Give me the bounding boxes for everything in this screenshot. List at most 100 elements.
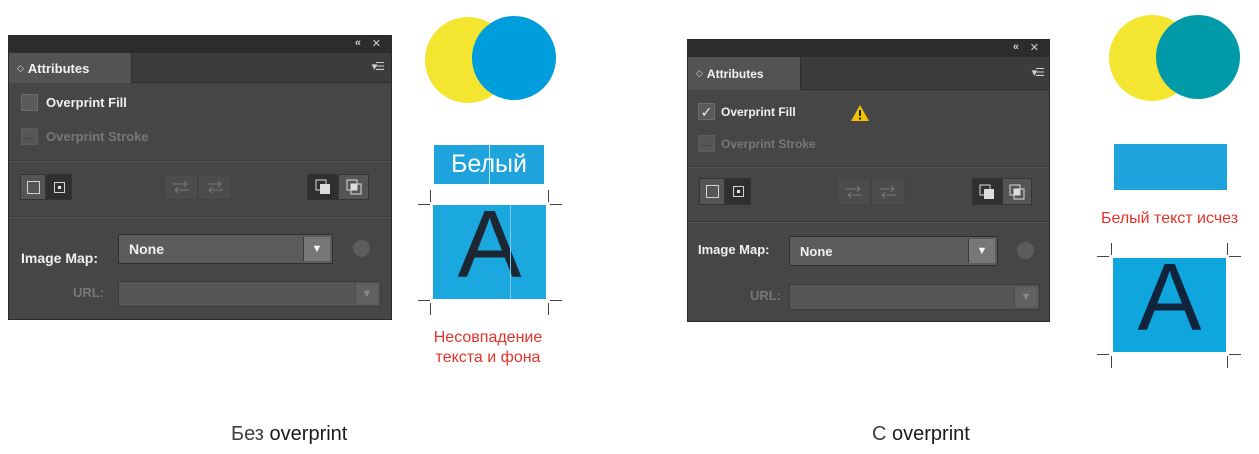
blue-circle bbox=[472, 16, 556, 100]
square-icon bbox=[705, 185, 719, 198]
updown-arrows-icon: ◇ bbox=[696, 68, 703, 78]
updown-arrows-icon: ◇ bbox=[17, 62, 24, 73]
panel-divider bbox=[9, 216, 391, 218]
crop-mark bbox=[430, 190, 431, 202]
big-letter: A bbox=[457, 191, 522, 298]
overprint-fill-row[interactable]: Overprint Fill bbox=[21, 94, 127, 111]
mismatch-note-line: Несовпадение bbox=[433, 329, 543, 346]
tab-attributes[interactable]: ◇ Attributes bbox=[688, 57, 801, 90]
overprint-stroke-row[interactable]: – Overprint Stroke bbox=[698, 135, 816, 152]
direction-button-group bbox=[837, 178, 905, 205]
text-disappeared-note: Белый текст исчез bbox=[1100, 210, 1239, 227]
globe-icon[interactable] bbox=[353, 240, 370, 257]
nonzero-winding-icon bbox=[315, 179, 330, 194]
shape-button-group bbox=[699, 178, 751, 205]
overprint-fill-checkbox[interactable]: ✓ bbox=[698, 103, 715, 120]
overprint-fill-checkbox[interactable] bbox=[21, 94, 38, 111]
chevron-down-icon: ▼ bbox=[1014, 287, 1037, 307]
even-odd-icon bbox=[346, 179, 361, 195]
crop-mark bbox=[1111, 243, 1112, 255]
nonzero-rule-button[interactable] bbox=[972, 178, 1002, 205]
evenodd-rule-button[interactable] bbox=[338, 174, 369, 200]
forward-path-button[interactable] bbox=[198, 174, 232, 200]
crop-mark bbox=[548, 303, 549, 315]
caption-prefix: Без bbox=[231, 423, 264, 445]
image-map-value: None bbox=[129, 241, 164, 257]
tab-label: Attributes bbox=[706, 66, 764, 81]
crop-mark bbox=[1097, 256, 1109, 257]
image-map-dropdown[interactable]: None ▼ bbox=[789, 236, 998, 266]
close-icon[interactable]: ✕ bbox=[372, 37, 381, 50]
mismatch-note: Несовпадение текста и фона bbox=[408, 328, 568, 368]
swap-arrows-icon bbox=[207, 180, 223, 194]
overprint-stroke-checkbox[interactable]: – bbox=[21, 128, 38, 145]
crop-mark bbox=[418, 204, 430, 205]
panel-menu-icon[interactable]: ▾☰ bbox=[372, 60, 385, 73]
caption-left: Без overprint bbox=[231, 423, 347, 446]
overprint-fill-row[interactable]: ✓ Overprint Fill bbox=[698, 103, 796, 120]
image-map-value: None bbox=[800, 243, 833, 259]
crop-mark bbox=[1227, 243, 1228, 255]
swap-arrows-icon bbox=[173, 180, 189, 194]
close-icon[interactable]: ✕ bbox=[1030, 41, 1039, 54]
mismatch-note-line: текста и фона bbox=[435, 349, 541, 366]
overprint-stroke-label: Overprint Stroke bbox=[721, 136, 816, 151]
crop-mark bbox=[1111, 356, 1112, 368]
crop-mark bbox=[550, 300, 562, 301]
url-label: URL: bbox=[750, 288, 782, 303]
misregistration-line bbox=[489, 145, 490, 184]
chevron-down-icon: ▼ bbox=[968, 239, 995, 263]
panel-tabstrip: ◇ Attributes ▾☰ bbox=[688, 57, 1049, 90]
rectangle-button[interactable] bbox=[699, 178, 725, 205]
tab-attributes[interactable]: ◇ Attributes bbox=[9, 53, 132, 83]
blank-text-bar bbox=[1114, 144, 1227, 190]
evenodd-rule-button[interactable] bbox=[1002, 178, 1032, 205]
swap-arrows-icon bbox=[846, 185, 862, 198]
overprint-stroke-row[interactable]: – Overprint Stroke bbox=[21, 128, 149, 145]
reverse-path-button[interactable] bbox=[164, 174, 198, 200]
square-dot-icon bbox=[53, 181, 65, 193]
fill-rule-button-group bbox=[307, 174, 369, 200]
forward-path-button[interactable] bbox=[871, 178, 905, 205]
tab-label: Attributes bbox=[27, 60, 90, 76]
globe-icon[interactable] bbox=[1017, 242, 1034, 259]
rectangle-button[interactable] bbox=[20, 174, 46, 200]
caption-prefix: С bbox=[872, 423, 887, 445]
crop-mark bbox=[1229, 354, 1241, 355]
point-button[interactable] bbox=[46, 174, 72, 200]
square-icon bbox=[26, 180, 40, 194]
overprint-stroke-label: Overprint Stroke bbox=[46, 129, 149, 144]
overprint-fill-label: Overprint Fill bbox=[46, 95, 127, 110]
panel-divider bbox=[688, 221, 1049, 223]
teal-circle bbox=[1156, 15, 1240, 99]
letter-box: A bbox=[433, 197, 546, 299]
warning-icon bbox=[851, 105, 869, 121]
url-field[interactable]: ▼ bbox=[789, 284, 1040, 310]
crop-mark bbox=[548, 190, 549, 202]
point-button[interactable] bbox=[725, 178, 751, 205]
image-map-label: Image Map: bbox=[21, 250, 99, 266]
nonzero-winding-icon bbox=[979, 184, 994, 199]
panel-menu-icon[interactable]: ▾☰ bbox=[1032, 66, 1045, 79]
panel-tabstrip: ◇ Attributes ▾☰ bbox=[9, 53, 391, 83]
fill-rule-button-group bbox=[972, 178, 1032, 205]
double-chevron-left-icon[interactable]: « bbox=[355, 37, 361, 49]
double-chevron-left-icon[interactable]: « bbox=[1013, 41, 1019, 53]
panel-titlebar: « ✕ bbox=[688, 40, 1049, 57]
shape-button-group bbox=[20, 174, 72, 200]
overprint-stroke-checkbox[interactable]: – bbox=[698, 135, 715, 152]
letter-box: A bbox=[1113, 250, 1226, 352]
panel-titlebar: « ✕ bbox=[9, 36, 391, 53]
even-odd-icon bbox=[1009, 184, 1025, 199]
panel-divider bbox=[9, 160, 391, 162]
reverse-path-button[interactable] bbox=[837, 178, 871, 205]
url-label: URL: bbox=[73, 285, 105, 300]
nonzero-rule-button[interactable] bbox=[307, 174, 338, 200]
crop-mark bbox=[550, 204, 562, 205]
image-map-dropdown[interactable]: None ▼ bbox=[118, 234, 333, 264]
misregistration-line bbox=[510, 205, 511, 299]
caption-right: С overprint bbox=[872, 423, 970, 446]
crop-mark bbox=[1097, 354, 1109, 355]
caption-word: overprint bbox=[269, 423, 348, 445]
url-field[interactable]: ▼ bbox=[118, 281, 381, 307]
